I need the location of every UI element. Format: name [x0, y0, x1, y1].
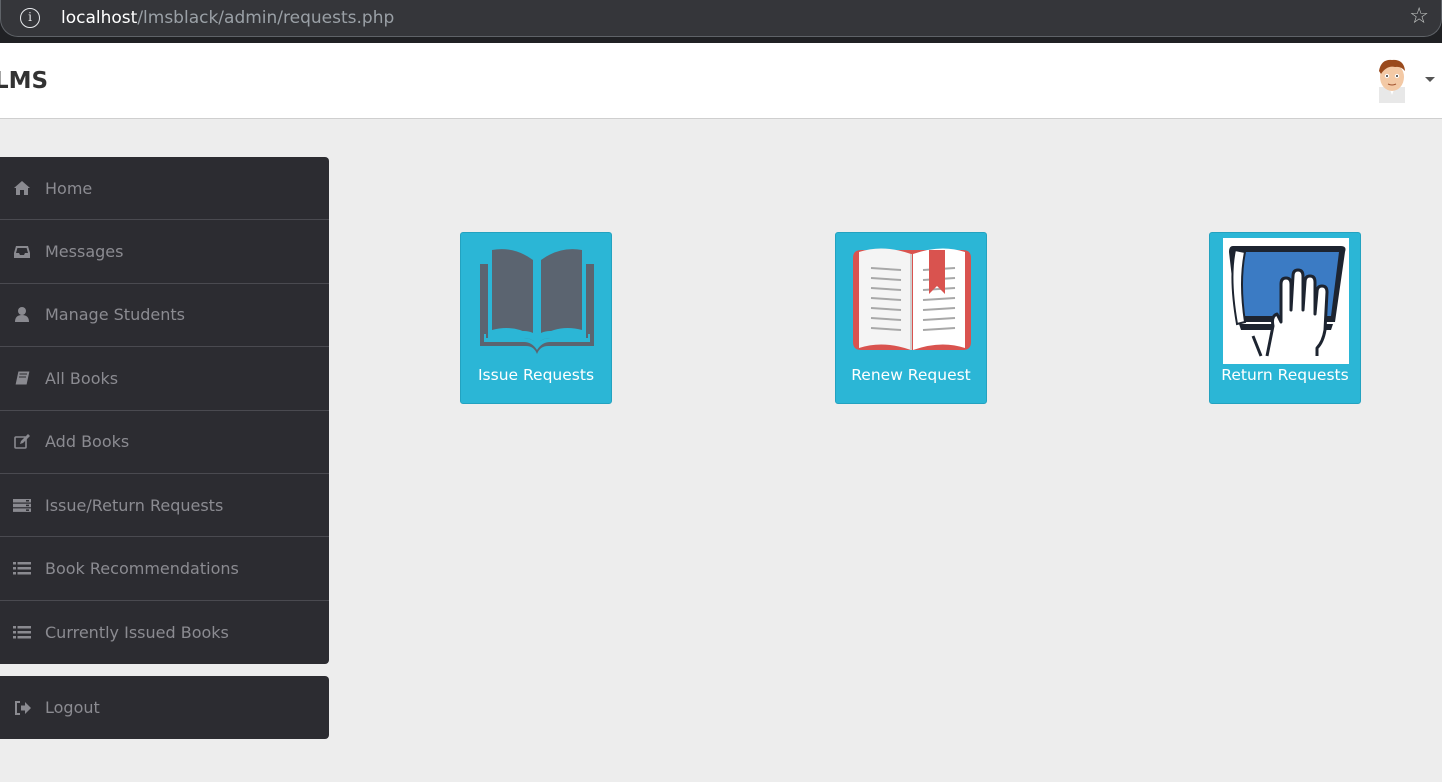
tile-label: Return Requests [1221, 366, 1349, 384]
sidebar-item-home[interactable]: Home [0, 157, 329, 221]
sidebar-item-label: Manage Students [45, 305, 185, 325]
edit-icon [12, 432, 32, 452]
inbox-icon [12, 242, 32, 262]
sidebar-item-all-books[interactable]: All Books [0, 347, 329, 411]
sidebar-nav: Home Messages Manage Students All Books … [0, 157, 329, 664]
return-requests-tile[interactable]: Return Requests [1209, 232, 1361, 404]
hand-on-book-icon [1223, 238, 1349, 364]
sidebar-item-label: Book Recommendations [45, 559, 239, 579]
sidebar-item-issue-return-requests[interactable]: Issue/Return Requests [0, 474, 329, 538]
sidebar-item-label: Messages [45, 242, 124, 262]
sign-out-icon [12, 698, 32, 718]
sidebar-item-label: Add Books [45, 432, 130, 452]
sidebar-item-book-recommendations[interactable]: Book Recommendations [0, 537, 329, 601]
sidebar-item-label: Currently Issued Books [45, 622, 229, 642]
user-avatar-icon[interactable] [1373, 57, 1411, 103]
tile-label: Issue Requests [477, 366, 595, 384]
sidebar-item-messages[interactable]: Messages [0, 220, 329, 284]
user-menu-caret-icon[interactable] [1425, 77, 1435, 82]
issue-requests-tile[interactable]: Issue Requests [460, 232, 612, 404]
tile-label: Renew Request [851, 366, 971, 384]
browser-toolbar: i localhost/lmsblack/admin/requests.php … [0, 0, 1442, 43]
bookmarked-book-icon [853, 248, 971, 350]
sidebar-item-label: All Books [45, 368, 119, 388]
brand-logo[interactable]: LMS [0, 68, 48, 94]
sidebar-item-label: Home [45, 178, 93, 198]
list-icon [12, 622, 32, 642]
list-icon [12, 559, 32, 579]
sidebar-item-label: Issue/Return Requests [45, 495, 224, 515]
info-icon[interactable]: i [20, 8, 40, 28]
server-icon [12, 495, 32, 515]
sidebar-item-label: Logout [45, 698, 100, 717]
address-bar[interactable]: i localhost/lmsblack/admin/requests.php … [0, 0, 1442, 37]
sidebar-item-currently-issued-books[interactable]: Currently Issued Books [0, 601, 329, 664]
sidebar-item-manage-students[interactable]: Manage Students [0, 284, 329, 348]
sidebar-item-logout[interactable]: Logout [0, 676, 329, 739]
renew-request-tile[interactable]: Renew Request [835, 232, 987, 404]
user-icon [12, 305, 32, 325]
url-text[interactable]: localhost/lmsblack/admin/requests.php [61, 8, 394, 28]
open-book-icon [480, 249, 594, 354]
logout-button[interactable]: Logout [0, 676, 329, 739]
top-navbar: LMS [0, 43, 1442, 119]
home-icon [12, 178, 32, 198]
sidebar-item-add-books[interactable]: Add Books [0, 411, 329, 474]
bookmark-star-icon[interactable]: ☆ [1409, 6, 1429, 28]
book-icon [12, 368, 32, 388]
